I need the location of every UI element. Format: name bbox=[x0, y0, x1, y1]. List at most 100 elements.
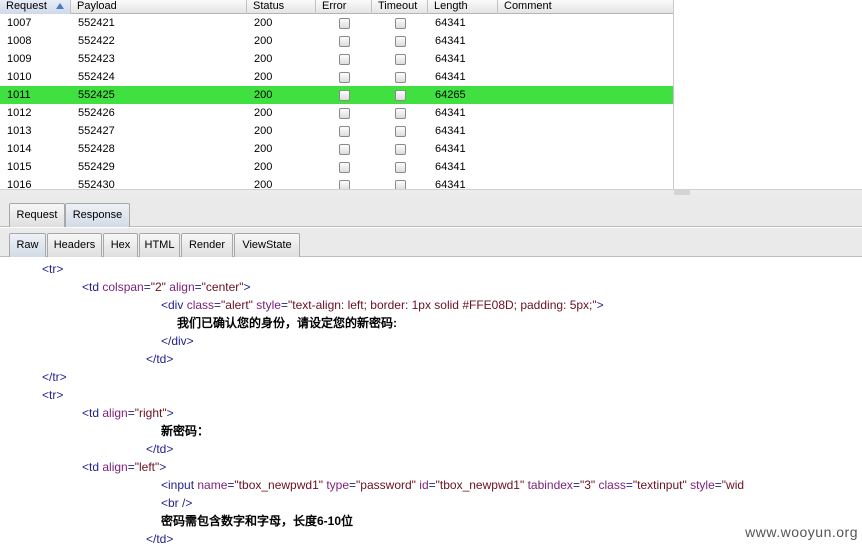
tab-html[interactable]: HTML bbox=[139, 233, 180, 257]
cell-length: 64341 bbox=[435, 161, 466, 173]
cell-request: 1015 bbox=[7, 161, 32, 173]
code-token: "text-align: left; border: 1px solid #FF… bbox=[287, 298, 597, 312]
code-token: > bbox=[166, 406, 174, 420]
cell-payload: 552428 bbox=[78, 143, 115, 155]
results-table: Request Payload Status Error Timeout Len… bbox=[0, 0, 862, 195]
cell-payload: 552429 bbox=[78, 161, 115, 173]
tab-raw[interactable]: Raw bbox=[9, 233, 46, 257]
table-row[interactable]: 1012 552426 200 64341 bbox=[0, 104, 673, 122]
tab-render[interactable]: Render bbox=[181, 233, 233, 257]
code-line: </tr> bbox=[42, 368, 67, 386]
table-row[interactable]: 1009 552423 200 64341 bbox=[0, 50, 673, 68]
table-row[interactable]: 1011 552425 200 64265 bbox=[0, 86, 673, 104]
cell-status: 200 bbox=[254, 143, 273, 155]
column-header-comment[interactable]: Comment bbox=[498, 0, 673, 14]
table-row[interactable]: 1015 552429 200 64341 bbox=[0, 158, 673, 176]
code-token: = bbox=[127, 460, 135, 474]
code-token: <td bbox=[82, 460, 103, 474]
results-grid: Request Payload Status Error Timeout Len… bbox=[0, 0, 674, 192]
raw-response-view[interactable]: <tr> <td colspan="2" align="center"> <div … bbox=[0, 258, 862, 546]
code-token: = bbox=[625, 478, 633, 492]
error-checkbox[interactable] bbox=[339, 108, 350, 119]
code-token: = bbox=[572, 478, 580, 492]
timeout-checkbox[interactable] bbox=[395, 162, 406, 173]
cell-status: 200 bbox=[254, 107, 273, 119]
code-token: <tr> bbox=[42, 388, 64, 402]
code-token: align bbox=[169, 280, 195, 294]
timeout-checkbox[interactable] bbox=[395, 126, 406, 137]
timeout-checkbox[interactable] bbox=[395, 108, 406, 119]
cell-request: 1009 bbox=[7, 53, 32, 65]
error-checkbox[interactable] bbox=[339, 90, 350, 101]
view-tabs: Raw Headers Hex HTML Render ViewState bbox=[0, 228, 862, 257]
table-row[interactable]: 1013 552427 200 64341 bbox=[0, 122, 673, 140]
tab-hex[interactable]: Hex bbox=[103, 233, 138, 257]
table-row[interactable]: 1014 552428 200 64341 bbox=[0, 140, 673, 158]
timeout-checkbox[interactable] bbox=[395, 72, 406, 83]
code-token: "tbox_newpwd1" bbox=[234, 478, 323, 492]
code-token: = bbox=[349, 478, 357, 492]
tab-response[interactable]: Response bbox=[65, 203, 130, 227]
error-checkbox[interactable] bbox=[339, 144, 350, 155]
error-checkbox[interactable] bbox=[339, 162, 350, 173]
cell-request: 1011 bbox=[7, 89, 31, 101]
code-token: "right" bbox=[134, 406, 167, 420]
column-header-error[interactable]: Error bbox=[316, 0, 372, 14]
cell-status: 200 bbox=[254, 125, 273, 137]
cell-status: 200 bbox=[254, 71, 273, 83]
timeout-checkbox[interactable] bbox=[395, 90, 406, 101]
column-header-length[interactable]: Length bbox=[428, 0, 498, 14]
timeout-checkbox[interactable] bbox=[395, 54, 406, 65]
code-token: > bbox=[243, 280, 251, 294]
code-line: </td> bbox=[146, 440, 173, 458]
code-token: "2" bbox=[150, 280, 166, 294]
error-checkbox[interactable] bbox=[339, 54, 350, 65]
code-token: "3" bbox=[579, 478, 596, 492]
cell-length: 64341 bbox=[435, 17, 466, 29]
code-line: 新密码： bbox=[161, 422, 209, 440]
code-token: </td> bbox=[146, 442, 174, 456]
cell-payload: 552422 bbox=[78, 35, 115, 47]
cell-length: 64341 bbox=[435, 71, 466, 83]
tab-headers[interactable]: Headers bbox=[47, 233, 102, 257]
code-token: align bbox=[102, 460, 128, 474]
code-token: <tr> bbox=[42, 262, 64, 276]
empty-area bbox=[675, 0, 862, 192]
sort-ascending-icon bbox=[56, 3, 64, 9]
code-token: = bbox=[194, 280, 202, 294]
code-token: = bbox=[127, 406, 135, 420]
error-checkbox[interactable] bbox=[339, 36, 350, 47]
code-token: "wid bbox=[721, 478, 745, 492]
error-checkbox[interactable] bbox=[339, 72, 350, 83]
timeout-checkbox[interactable] bbox=[395, 144, 406, 155]
column-header-status[interactable]: Status bbox=[247, 0, 316, 14]
code-token: = bbox=[428, 478, 436, 492]
timeout-checkbox[interactable] bbox=[395, 36, 406, 47]
cell-length: 64341 bbox=[435, 53, 466, 65]
cell-status: 200 bbox=[254, 89, 273, 101]
table-header: Request Payload Status Error Timeout Len… bbox=[0, 0, 673, 14]
table-row[interactable]: 1007 552421 200 64341 bbox=[0, 14, 673, 32]
cell-length: 64341 bbox=[435, 107, 466, 119]
code-token: colspan bbox=[102, 280, 144, 294]
cell-payload: 552423 bbox=[78, 53, 115, 65]
tab-request[interactable]: Request bbox=[9, 203, 65, 227]
code-line: <div class="alert" style="text-align: le… bbox=[161, 296, 604, 314]
code-token: name bbox=[197, 478, 228, 492]
column-header-payload[interactable]: Payload bbox=[71, 0, 247, 14]
column-header-timeout[interactable]: Timeout bbox=[372, 0, 428, 14]
watermark: www.wooyun.org bbox=[745, 524, 858, 540]
code-line: </div> bbox=[161, 332, 194, 350]
tab-viewstate[interactable]: ViewState bbox=[234, 233, 300, 257]
error-checkbox[interactable] bbox=[339, 18, 350, 29]
code-token: 密码需包含数字和字母，长度6-10位 bbox=[161, 514, 354, 528]
cell-status: 200 bbox=[254, 53, 273, 65]
table-row[interactable]: 1010 552424 200 64341 bbox=[0, 68, 673, 86]
error-checkbox[interactable] bbox=[339, 126, 350, 137]
cell-request: 1008 bbox=[7, 35, 32, 47]
table-row[interactable]: 1008 552422 200 64341 bbox=[0, 32, 673, 50]
column-header-request[interactable]: Request bbox=[0, 0, 71, 14]
code-token: </td> bbox=[146, 352, 174, 366]
timeout-checkbox[interactable] bbox=[395, 18, 406, 29]
code-token: "password" bbox=[356, 478, 416, 492]
